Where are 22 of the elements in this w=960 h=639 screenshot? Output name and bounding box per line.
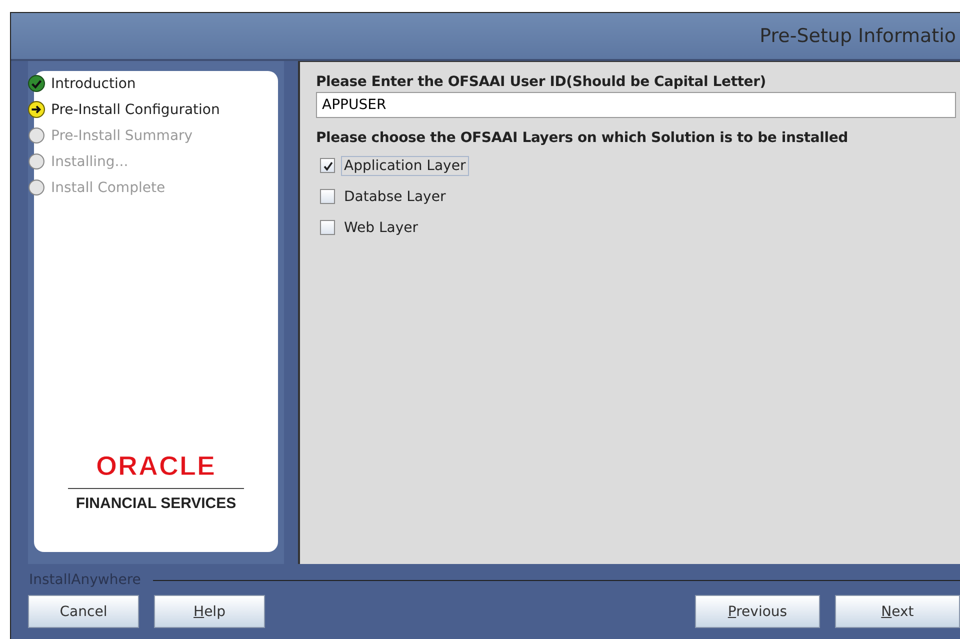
logo-subtitle: FINANCIAL SERVICES [76,495,236,512]
checkbox[interactable] [320,220,335,235]
vendor-label: InstallAnywhere [29,572,141,588]
dialog-button[interactable]: Previous [695,595,820,628]
dialog-button[interactable]: Cancel [28,595,139,628]
checkbox-label[interactable]: Databse Layer [341,186,449,206]
user-id-field[interactable]: APPUSER [316,92,956,118]
dialog-button[interactable]: Help [154,595,265,628]
checkbox-label[interactable]: Application Layer [341,156,469,176]
checkbox[interactable] [320,158,335,173]
field-label: Please Enter the OFSAAI User ID(Should be Capital Letter) [316,74,766,90]
dialog-button[interactable]: Next [835,595,960,628]
brand-logo: ORACLE [96,451,216,482]
step-label: Install Complete [51,180,166,196]
window-title: Pre-Setup Informatio [760,25,956,47]
step-label: Pre-Install Summary [51,128,193,144]
layers-label: Please choose the OFSAAI Layers on which Solution is to be installed [316,130,848,146]
step-label: Pre-Install Configuration [51,102,220,118]
step-label: Introduction [51,76,136,92]
checkbox-label[interactable]: Web Layer [341,218,422,238]
step-label: Installing... [51,154,128,170]
checkbox[interactable] [320,189,335,204]
